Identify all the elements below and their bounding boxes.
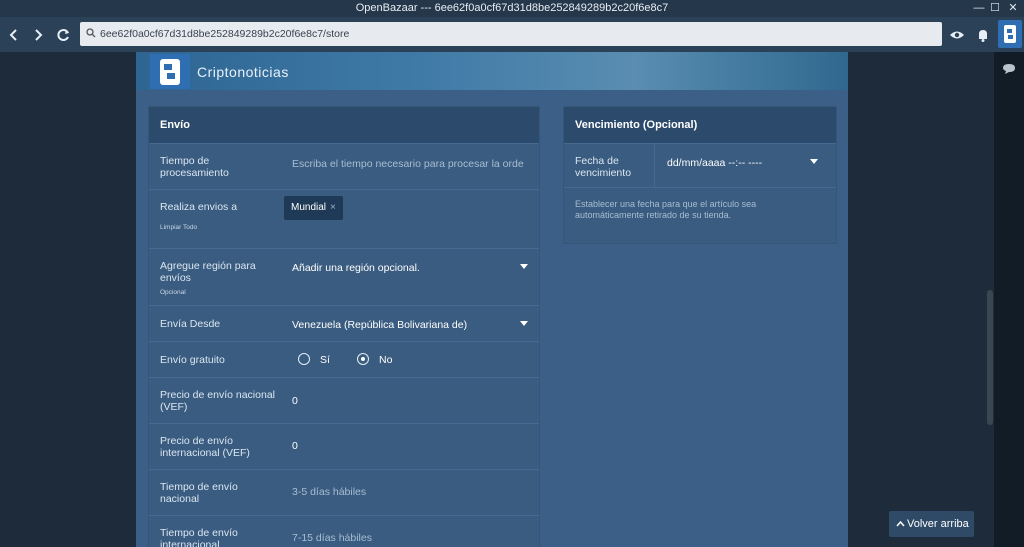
free-shipping-yes-radio[interactable]	[298, 353, 310, 365]
ships-from-label: Envía Desde	[160, 318, 221, 330]
region-chip-label: Mundial	[291, 202, 327, 213]
chat-icon[interactable]	[1002, 63, 1016, 75]
shipping-heading: Envío	[149, 107, 539, 143]
expiration-panel: Vencimiento (Opcional) Fecha de vencimie…	[563, 106, 837, 244]
expiration-heading: Vencimiento (Opcional)	[564, 107, 836, 143]
expiration-help-row: Establecer una fecha para que el artícul…	[564, 187, 836, 243]
reload-icon[interactable]	[53, 24, 75, 46]
processing-time-input[interactable]: Escriba el tiempo necesario para procesa…	[292, 158, 531, 170]
ships-from-value: Venezuela (República Bolivariana de)	[292, 319, 468, 331]
free-shipping-row: Envío gratuito Sí No	[149, 341, 539, 377]
free-shipping-label: Envío gratuito	[160, 354, 225, 366]
store-banner: Criptonoticias	[136, 52, 848, 90]
divider	[654, 143, 655, 187]
processing-time-label: Tiempo de procesamiento	[160, 155, 229, 179]
domestic-price-row: Precio de envío nacional (VEF) 0	[149, 377, 539, 423]
domestic-time-input[interactable]: 3-5 días hábiles	[292, 486, 531, 498]
processing-time-row: Tiempo de procesamiento Escriba el tiemp…	[149, 143, 539, 189]
scrollbar-thumb[interactable]	[987, 290, 993, 425]
domestic-time-label: Tiempo de envío nacional	[160, 481, 238, 505]
intl-time-input[interactable]: 7-15 días hábiles	[292, 532, 531, 544]
url-text: 6ee62f0a0cf67d31d8be252849289b2c20f6e8c7…	[100, 28, 350, 40]
add-region-optional: Opcional	[160, 289, 186, 296]
expiration-date-label: Fecha de vencimiento	[575, 155, 632, 179]
ships-to-label-text: Realiza envios a	[160, 201, 238, 213]
bell-icon[interactable]	[972, 24, 994, 46]
store-logo	[150, 54, 190, 89]
store-avatar-button[interactable]	[998, 20, 1022, 48]
ships-from-row: Envía Desde Venezuela (República Bolivar…	[149, 305, 539, 341]
chevron-down-icon[interactable]	[810, 159, 818, 164]
chevron-up-icon	[896, 520, 905, 527]
domestic-time-row: Tiempo de envío nacional 3-5 días hábile…	[149, 469, 539, 515]
add-region-label: Agregue región para envíos Opcional	[160, 260, 276, 299]
intl-price-label: Precio de envío internacional (VEF)	[160, 435, 250, 459]
chat-sidebar	[994, 52, 1024, 547]
domestic-price-input[interactable]: 0	[292, 395, 531, 407]
eye-icon[interactable]	[946, 24, 968, 46]
clear-all-link[interactable]: Limpiar Todo	[160, 222, 276, 234]
free-shipping-no-radio[interactable]	[357, 353, 369, 365]
back-to-top-label: Volver arriba	[907, 518, 969, 530]
close-icon[interactable]: ✕	[1004, 0, 1022, 17]
add-region-select[interactable]: Añadir una región opcional.	[292, 262, 531, 274]
add-region-row: Agregue región para envíos Opcional Añad…	[149, 248, 539, 305]
window-title: OpenBazaar --- 6ee62f0a0cf67d31d8be25284…	[355, 2, 669, 14]
chevron-down-icon[interactable]	[520, 264, 528, 269]
add-region-label-text: Agregue región para envíos	[160, 260, 256, 284]
search-icon	[86, 28, 96, 38]
intl-price-input[interactable]: 0	[292, 440, 531, 452]
intl-time-label: Tiempo de envío internacional	[160, 527, 238, 547]
domestic-price-label: Precio de envío nacional (VEF)	[160, 389, 275, 413]
free-shipping-yes-label: Sí	[320, 354, 330, 366]
chevron-down-icon[interactable]	[520, 321, 528, 326]
region-chip: Mundial ×	[284, 196, 343, 220]
address-bar[interactable]: 6ee62f0a0cf67d31d8be252849289b2c20f6e8c7…	[80, 22, 942, 46]
navigation-bar: 6ee62f0a0cf67d31d8be252849289b2c20f6e8c7…	[0, 17, 1024, 52]
back-icon[interactable]	[3, 24, 25, 46]
back-to-top-button[interactable]: Volver arriba	[889, 511, 974, 537]
store-logo-icon	[150, 54, 190, 89]
store-logo-icon	[1004, 25, 1016, 43]
expiration-help-text: Establecer una fecha para que el artícul…	[575, 199, 757, 220]
remove-chip-icon[interactable]: ×	[330, 202, 336, 213]
intl-time-row: Tiempo de envío internacional 7-15 días …	[149, 515, 539, 547]
ships-to-label: Realiza envios a Limpiar Todo	[160, 201, 276, 234]
expiration-date-row: Fecha de vencimiento dd/mm/aaaa --:-- --…	[564, 143, 836, 187]
listing-editor: Criptonoticias Envío Tiempo de procesami…	[136, 52, 848, 547]
page-margin-left	[0, 52, 136, 547]
add-region-value: Añadir una región opcional.	[292, 262, 420, 274]
maximize-icon[interactable]: ☐	[986, 0, 1004, 17]
window-titlebar: OpenBazaar --- 6ee62f0a0cf67d31d8be25284…	[0, 0, 1024, 17]
page-margin-right	[848, 52, 994, 547]
free-shipping-no-label: No	[379, 354, 393, 366]
shipping-panel: Envío Tiempo de procesamiento Escriba el…	[148, 106, 540, 547]
ships-from-select[interactable]: Venezuela (República Bolivariana de)	[292, 319, 531, 331]
store-name: Criptonoticias	[197, 64, 289, 80]
expiration-date-input[interactable]: dd/mm/aaaa --:-- ----	[667, 157, 828, 169]
ships-to-row: Realiza envios a Limpiar Todo Mundial ×	[149, 189, 539, 248]
forward-icon[interactable]	[27, 24, 49, 46]
intl-price-row: Precio de envío internacional (VEF) 0	[149, 423, 539, 469]
